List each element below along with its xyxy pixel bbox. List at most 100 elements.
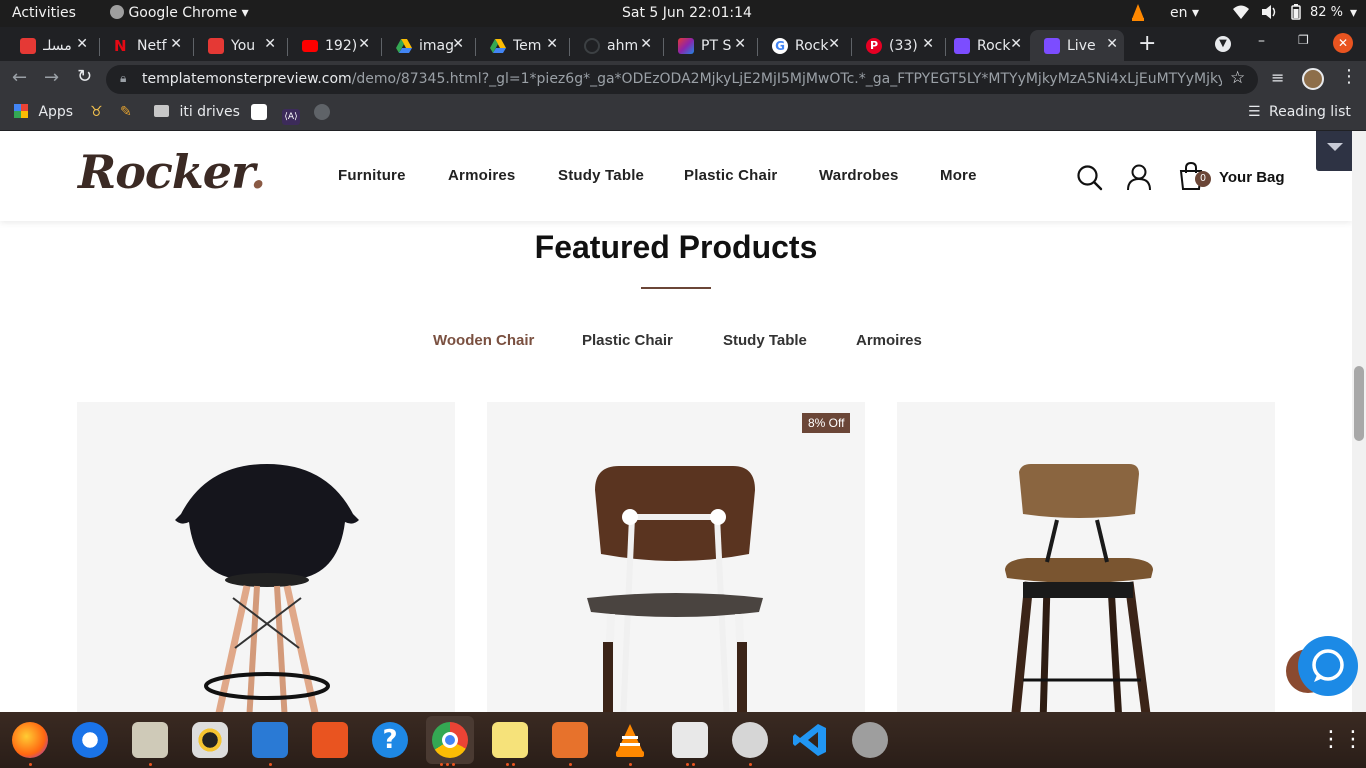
writer-icon[interactable] [252, 722, 288, 758]
chevron-down-icon [1327, 143, 1343, 151]
scrollbar-thumb[interactable] [1354, 366, 1364, 441]
github-icon [584, 37, 600, 54]
reading-list-button[interactable]: ☰ Reading list [1248, 104, 1351, 120]
lock-icon[interactable]: 🔒︎ [120, 71, 126, 86]
tab[interactable]: G Rock ✕ [758, 30, 846, 61]
sticky-notes-icon[interactable] [492, 722, 528, 758]
tab-armoires[interactable]: Armoires [856, 332, 922, 349]
tab-plastic-chair[interactable]: Plastic Chair [582, 332, 673, 349]
tab-strip: مسلـ ✕ N Netf ✕ You ✕ 192) ✕ imag ✕ Tem ✕ ahm ✕ … [0, 27, 1366, 61]
close-window-icon[interactable]: ✕ [1333, 33, 1353, 53]
tab[interactable]: N Netf ✕ [100, 30, 188, 61]
angular-icon[interactable]: ⟨A⟩ [282, 104, 300, 125]
tab[interactable]: You ✕ [194, 30, 282, 61]
document-viewer-icon[interactable] [672, 722, 708, 758]
url-text[interactable]: templatemonsterpreview.com/demo/87345.ht… [142, 71, 1222, 87]
nav-study-table[interactable]: Study Table [558, 167, 644, 184]
tab-close-icon[interactable]: ✕ [1106, 36, 1118, 52]
github-icon[interactable] [314, 104, 330, 121]
tab-close-icon[interactable]: ✕ [922, 36, 934, 52]
pinterest-icon: P [866, 37, 882, 54]
rhythmbox-icon[interactable] [192, 722, 228, 758]
tab-study-table[interactable]: Study Table [723, 332, 807, 349]
product-card[interactable]: 8% Off [487, 402, 865, 712]
disc-icon[interactable] [852, 722, 888, 758]
chevron-down-icon: ▾ [241, 5, 249, 21]
tab-close-icon[interactable]: ✕ [452, 36, 464, 52]
software-center-icon[interactable] [312, 722, 348, 758]
vlc-icon[interactable] [612, 722, 648, 758]
nav-armoires[interactable]: Armoires [448, 167, 515, 184]
live-chat-button[interactable] [1298, 636, 1358, 696]
bookmark-star-icon[interactable]: ☆ [1230, 68, 1245, 88]
tab-close-icon[interactable]: ✕ [170, 36, 182, 52]
bookmark-icon[interactable]: ✎ [120, 104, 132, 120]
page-scrollbar[interactable] [1352, 131, 1366, 712]
nav-more[interactable]: More [940, 167, 977, 184]
app-menu[interactable]: Google Chrome ▾ [110, 5, 249, 21]
reading-list-icon: ☰ [1248, 104, 1261, 120]
nav-wardrobes[interactable]: Wardrobes [819, 167, 899, 184]
battery-icon [1289, 4, 1303, 24]
tab[interactable]: Tem ✕ [476, 30, 564, 61]
cat-bookmark-icon[interactable]: ♉ [90, 104, 103, 120]
title-underline [641, 287, 711, 289]
tab-close-icon[interactable]: ✕ [264, 36, 276, 52]
firefox-icon[interactable] [12, 722, 48, 758]
impress-icon[interactable] [552, 722, 588, 758]
tab-wooden-chair[interactable]: Wooden Chair [433, 332, 534, 349]
tab-close-icon[interactable]: ✕ [640, 36, 652, 52]
address-bar[interactable]: 🔒︎ templatemonsterpreview.com/demo/87345… [106, 65, 1258, 94]
maximize-icon[interactable]: ❐ [1298, 33, 1309, 47]
tab-close-icon[interactable]: ✕ [358, 36, 370, 52]
section-title: Featured Products [534, 229, 818, 265]
nav-plastic-chair[interactable]: Plastic Chair [684, 167, 777, 184]
forward-icon[interactable]: → [44, 67, 59, 88]
reload-icon[interactable]: ↻ [77, 66, 92, 87]
user-account-icon[interactable] [1126, 163, 1152, 191]
tab[interactable]: Rock ✕ [940, 30, 1028, 61]
activities-button[interactable]: Activities [12, 5, 76, 21]
tab[interactable]: 192) ✕ [288, 30, 376, 61]
tab-close-icon[interactable]: ✕ [546, 36, 558, 52]
minimize-icon[interactable]: – [1258, 33, 1265, 49]
clock[interactable]: Sat 5 Jun 22:01:14 [622, 5, 752, 21]
language-indicator[interactable]: en ▾ [1170, 5, 1199, 21]
system-menu-chevron-icon[interactable]: ▾ [1350, 5, 1357, 21]
tab-search-chevron-icon[interactable]: ▼ [1215, 36, 1231, 52]
search-icon[interactable] [1076, 164, 1104, 192]
help-icon[interactable]: ? [372, 722, 408, 758]
tab-close-icon[interactable]: ✕ [828, 36, 840, 52]
vscode-icon[interactable] [792, 722, 828, 758]
tab[interactable]: PT S ✕ [664, 30, 752, 61]
bag-label[interactable]: Your Bag [1219, 169, 1285, 186]
codepen-icon[interactable] [251, 104, 267, 121]
site-logo[interactable]: Rocker. [78, 145, 266, 199]
tab-close-icon[interactable]: ✕ [1010, 36, 1022, 52]
tab-close-icon[interactable]: ✕ [76, 36, 88, 52]
tab[interactable]: مسلـ ✕ [6, 30, 94, 61]
settings-gear-icon[interactable] [732, 722, 768, 758]
chrome-app-icon [110, 5, 124, 19]
tab-active[interactable]: Live ✕ [1030, 30, 1124, 61]
chrome-dock-highlight[interactable] [426, 716, 474, 764]
product-card[interactable] [897, 402, 1275, 712]
files-icon[interactable] [132, 722, 168, 758]
new-tab-button[interactable]: + [1138, 31, 1156, 56]
back-icon[interactable]: ← [12, 67, 27, 88]
apps-bookmark[interactable]: Apps [14, 104, 73, 120]
tab[interactable]: imag ✕ [382, 30, 470, 61]
product-card[interactable] [77, 402, 455, 712]
nav-furniture[interactable]: Furniture [338, 167, 406, 184]
menu-kebab-icon[interactable]: ⋮ [1340, 66, 1358, 87]
media-control-icon[interactable]: ≡ [1271, 68, 1284, 87]
tab-close-icon[interactable]: ✕ [734, 36, 746, 52]
profile-avatar[interactable] [1302, 68, 1324, 90]
vlc-tray-icon[interactable] [1130, 3, 1146, 25]
thunderbird-icon[interactable] [72, 722, 108, 758]
iti-drives-bookmark[interactable]: iti drives [154, 104, 240, 120]
tab[interactable]: ahm ✕ [570, 30, 658, 61]
show-applications-grid-icon[interactable]: ⋮⋮⋮ [1320, 722, 1366, 758]
panel-toggle-button[interactable] [1316, 131, 1356, 171]
tab[interactable]: P (33) ✕ [852, 30, 940, 61]
